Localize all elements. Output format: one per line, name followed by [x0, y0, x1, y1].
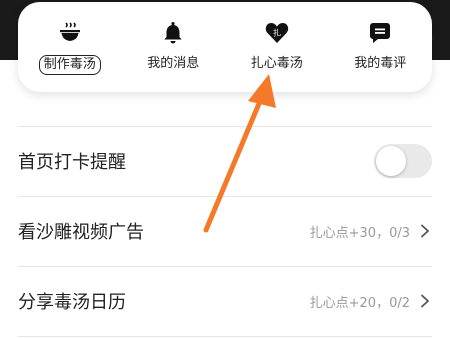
menu-item-my-messages[interactable]: 我的消息	[128, 20, 218, 73]
speech-bubble-icon	[367, 20, 393, 46]
divider	[18, 336, 432, 337]
menu-item-label: 我的毒评	[354, 56, 407, 71]
checkin-reminder-label: 首页打卡提醒	[18, 152, 126, 173]
menu-item-label: 制作毒汤	[38, 55, 101, 75]
heart-icon: 扎	[264, 20, 290, 46]
share-calendar-label: 分享毒汤日历	[18, 292, 126, 313]
chevron-right-icon	[418, 294, 432, 308]
menu-item-my-reviews[interactable]: 我的毒评	[335, 20, 425, 73]
menu-item-label: 我的消息	[147, 56, 200, 71]
soup-bowl-icon	[57, 20, 83, 46]
watch-video-ad-row[interactable]: 看沙雕视频广告 扎心点+30，0/3	[18, 197, 432, 265]
share-calendar-row[interactable]: 分享毒汤日历 扎心点+20，0/2	[18, 267, 432, 335]
menu-item-heartbreak-soup[interactable]: 扎 扎心毒汤	[232, 20, 322, 73]
heart-icon-text: 扎	[273, 28, 281, 38]
watch-video-ad-label: 看沙雕视频广告	[18, 222, 144, 243]
menu-item-make-soup[interactable]: 制作毒汤	[25, 20, 115, 75]
menu-item-label: 扎心毒汤	[250, 56, 303, 71]
toggle-knob	[376, 146, 406, 176]
chevron-right-icon	[418, 224, 432, 238]
share-calendar-reward: 扎心点+20，0/2	[309, 295, 410, 311]
popup-menu: 制作毒汤 我的消息 扎 扎心毒汤 我的毒评	[18, 2, 432, 92]
checkin-reminder-row: 首页打卡提醒	[18, 127, 432, 195]
watch-video-ad-reward: 扎心点+30，0/3	[309, 225, 410, 241]
bell-icon	[160, 20, 186, 46]
checkin-reminder-toggle[interactable]	[374, 144, 432, 178]
